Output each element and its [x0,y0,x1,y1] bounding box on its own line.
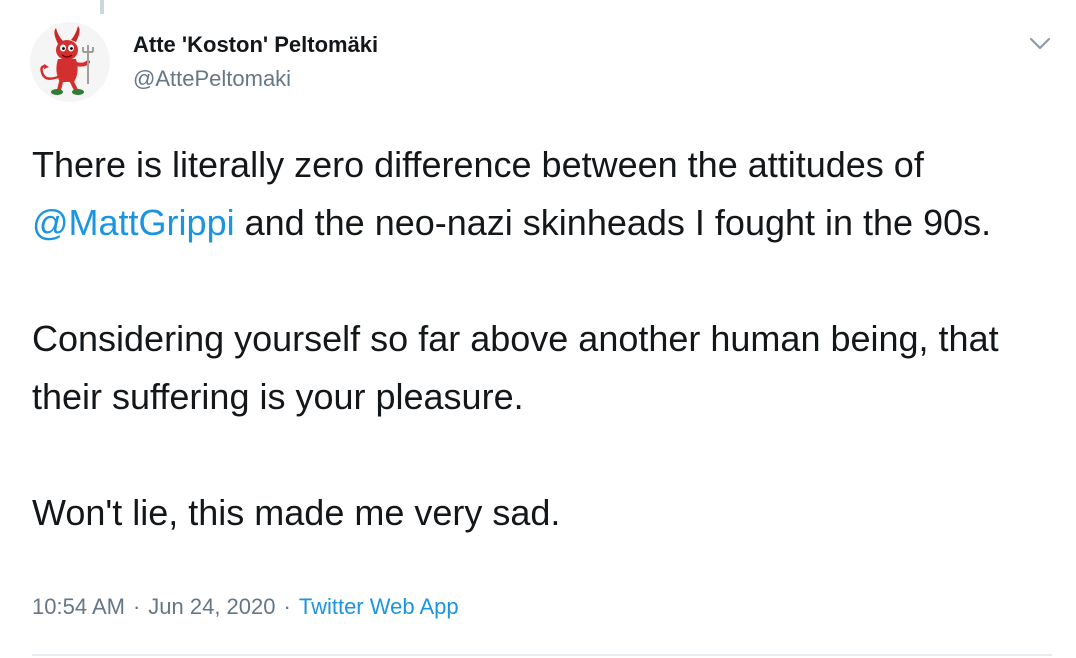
tweet-source-link[interactable]: Twitter Web App [299,594,459,619]
avatar[interactable] [30,22,110,102]
more-options-button[interactable] [1022,30,1058,58]
tweet-text-segment: There is literally zero difference betwe… [32,144,924,185]
tweet-paragraph-2: Considering yourself so far above anothe… [32,318,999,417]
meta-separator: · [283,594,291,619]
tweet-metadata: 10:54 AM · Jun 24, 2020 · Twitter Web App [32,594,459,620]
thread-connector-line [100,0,104,14]
meta-separator: · [132,594,141,619]
tweet-text-segment: and the neo-nazi skinheads I fought in t… [234,202,992,243]
author-display-name[interactable]: Atte 'Koston' Peltomäki [133,32,378,58]
tweet-paragraph-1: There is literally zero difference betwe… [32,136,1052,252]
chevron-down-icon [1030,38,1050,49]
divider [32,654,1052,656]
mention-link[interactable]: @MattGrippi [32,202,235,243]
tweet-text: There is literally zero difference betwe… [32,136,1052,542]
tweet-date[interactable]: Jun 24, 2020 [148,594,275,619]
bsd-daemon-avatar-icon [40,26,94,95]
tweet-time[interactable]: 10:54 AM [32,594,125,619]
tweet-paragraph-3: Won't lie, this made me very sad. [32,492,561,533]
author-handle[interactable]: @AttePeltomaki [133,66,291,92]
